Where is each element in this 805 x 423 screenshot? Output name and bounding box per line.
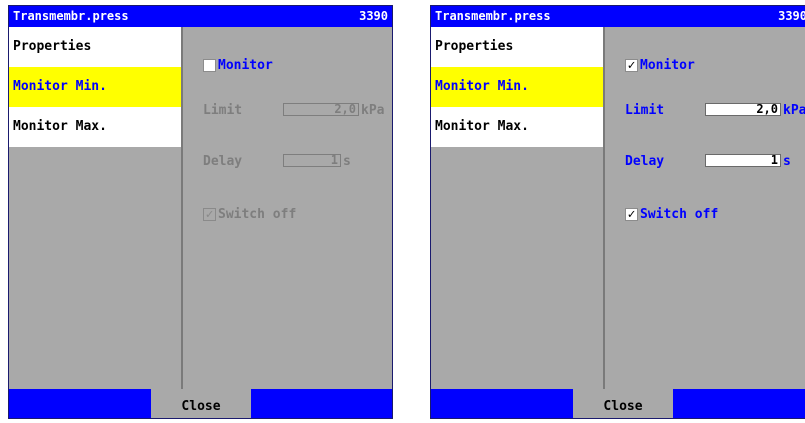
current-value: 3390	[778, 9, 805, 23]
window-title: Transmembr.press	[435, 9, 551, 23]
settings-content: Monitor Limit 2,0 kPa Delay 1 s ✓ Switch…	[183, 27, 392, 389]
switch-off-checkbox[interactable]: ✓	[625, 208, 638, 221]
sidebar-menu: Properties Monitor Min. Monitor Max.	[9, 27, 183, 389]
menu-item-monitor-min[interactable]: Monitor Min.	[431, 67, 603, 107]
switch-off-row: ✓ Switch off	[203, 207, 296, 222]
close-button[interactable]: Close	[573, 389, 673, 418]
menu-item-monitor-min[interactable]: Monitor Min.	[9, 67, 181, 107]
limit-unit: kPa	[361, 103, 385, 118]
menu-item-properties[interactable]: Properties	[9, 27, 181, 67]
right-panel: Transmembr.press 3390 Properties Monitor…	[430, 5, 805, 419]
limit-field[interactable]: 2,0	[283, 103, 359, 116]
delay-label: Delay	[625, 154, 665, 169]
close-button[interactable]: Close	[151, 389, 251, 418]
footer-bar: Close	[431, 389, 805, 418]
limit-row: Limit 2,0 kPa	[203, 103, 392, 119]
switch-off-checkbox[interactable]: ✓	[203, 208, 216, 221]
monitor-label: Monitor	[640, 58, 695, 73]
sidebar-menu: Properties Monitor Min. Monitor Max.	[431, 27, 605, 389]
window-title: Transmembr.press	[13, 9, 129, 23]
menu-item-monitor-max[interactable]: Monitor Max.	[431, 107, 603, 147]
delay-row: Delay 1 s	[203, 154, 392, 170]
monitor-label: Monitor	[218, 58, 273, 73]
settings-content: ✓ Monitor Limit 2,0 kPa Delay 1 s ✓ Swit…	[605, 27, 805, 389]
limit-label: Limit	[203, 103, 243, 118]
delay-row: Delay 1 s	[625, 154, 805, 170]
title-bar: Transmembr.press 3390	[9, 6, 392, 27]
delay-unit: s	[783, 154, 791, 169]
switch-off-label: Switch off	[218, 207, 297, 222]
current-value: 3390	[359, 9, 388, 23]
delay-field[interactable]: 1	[283, 154, 341, 167]
left-panel: Transmembr.press 3390 Properties Monitor…	[8, 5, 393, 419]
switch-off-label: Switch off	[640, 207, 719, 222]
menu-item-monitor-max[interactable]: Monitor Max.	[9, 107, 181, 147]
footer-bar: Close	[9, 389, 392, 418]
title-bar: Transmembr.press 3390	[431, 6, 805, 27]
menu-item-properties[interactable]: Properties	[431, 27, 603, 67]
delay-unit: s	[343, 154, 351, 169]
delay-label: Delay	[203, 154, 243, 169]
monitor-row: Monitor	[203, 58, 273, 73]
limit-unit: kPa	[783, 103, 805, 118]
monitor-row: ✓ Monitor	[625, 58, 695, 73]
monitor-checkbox[interactable]	[203, 59, 216, 72]
monitor-checkbox[interactable]: ✓	[625, 59, 638, 72]
limit-label: Limit	[625, 103, 665, 118]
limit-row: Limit 2,0 kPa	[625, 103, 805, 119]
switch-off-row: ✓ Switch off	[625, 207, 718, 222]
limit-field[interactable]: 2,0	[705, 103, 781, 116]
delay-field[interactable]: 1	[705, 154, 781, 167]
